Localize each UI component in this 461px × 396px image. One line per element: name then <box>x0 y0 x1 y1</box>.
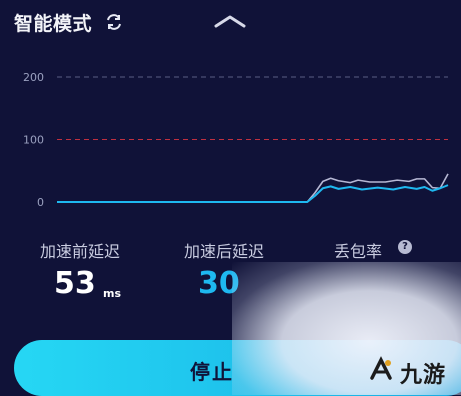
help-icon[interactable]: ? <box>398 240 412 254</box>
before-latency-unit: ms <box>103 287 122 300</box>
stop-button-label: 停止 <box>190 360 234 384</box>
latency-chart: 200 100 0 <box>23 71 449 209</box>
before-latency-value: 53 <box>54 266 96 301</box>
watermark-logo-icon <box>370 356 392 380</box>
watermark-text: 九游 <box>400 363 447 388</box>
packet-loss-label: 丢包率 <box>334 242 383 261</box>
after-latency-label: 加速后延迟 <box>184 242 265 261</box>
page-title: 智能模式 <box>14 13 93 35</box>
series-line-after <box>57 184 449 203</box>
y-tick-label: 0 <box>37 196 44 209</box>
before-latency-label: 加速前延迟 <box>40 242 121 261</box>
y-tick-label: 200 <box>23 71 44 84</box>
refresh-icon[interactable] <box>104 12 124 32</box>
chevron-up-icon[interactable] <box>213 14 247 28</box>
y-tick-label: 100 <box>23 134 44 147</box>
series-line-before <box>57 173 449 203</box>
